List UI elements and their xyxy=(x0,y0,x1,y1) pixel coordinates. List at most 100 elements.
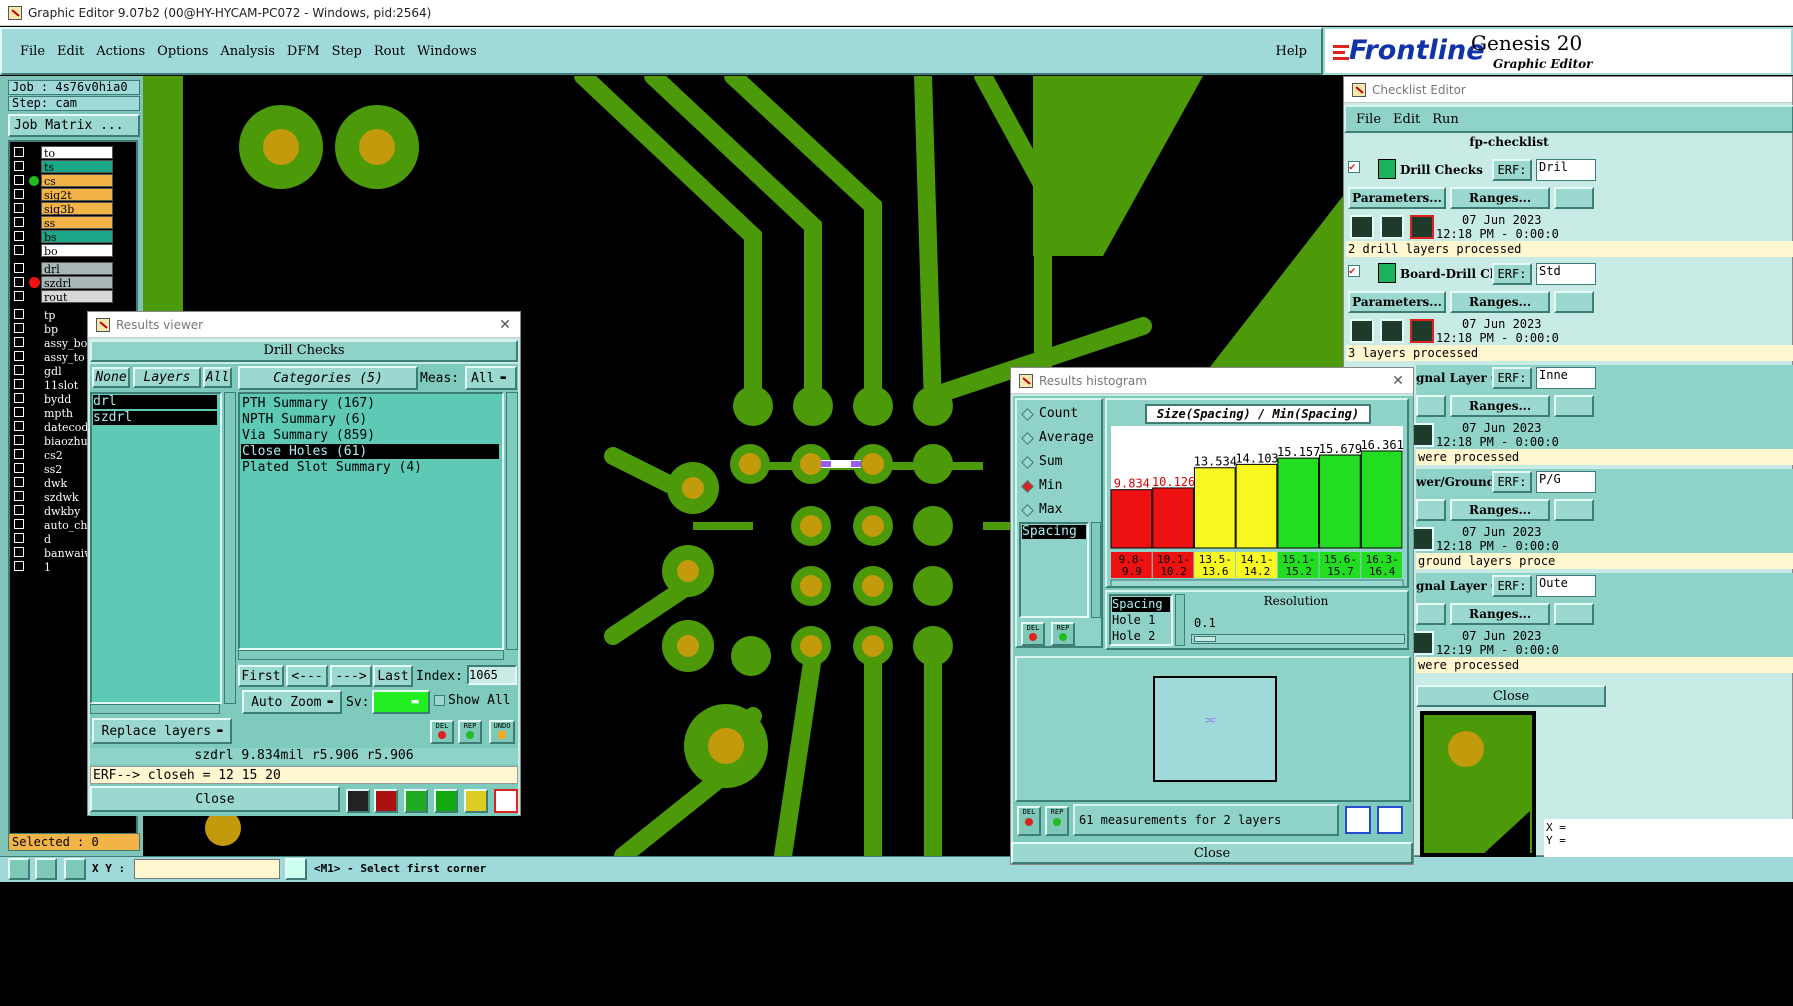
layer-row-bs[interactable]: bs xyxy=(41,230,113,244)
ranges-button[interactable]: Ranges... xyxy=(1450,603,1550,625)
export-icon[interactable] xyxy=(1345,806,1371,834)
layer-visibility-checkbox[interactable] xyxy=(14,217,24,227)
layer-visibility-checkbox[interactable] xyxy=(14,351,24,361)
mode-radio-count[interactable]: Count xyxy=(1021,406,1099,424)
numbered-icon[interactable] xyxy=(434,789,458,813)
layer-visibility-checkbox[interactable] xyxy=(14,533,24,543)
category-item[interactable]: Plated Slot Summary (4) xyxy=(241,460,499,475)
menu-actions[interactable]: Actions xyxy=(96,44,145,59)
ranges-button[interactable]: Ranges... xyxy=(1450,395,1550,417)
layer-visibility-checkbox[interactable] xyxy=(14,393,24,403)
run-check-icon[interactable] xyxy=(1350,319,1374,343)
categories-button[interactable]: Categories (5) xyxy=(238,366,418,390)
histogram-bar[interactable] xyxy=(1319,454,1361,549)
layer-visibility-checkbox[interactable] xyxy=(14,277,24,287)
mode-radio-sum[interactable]: Sum xyxy=(1021,454,1099,472)
book-icon[interactable] xyxy=(346,789,370,813)
layer-visibility-checkbox[interactable] xyxy=(14,263,24,273)
menu-dfm[interactable]: DFM xyxy=(287,44,320,59)
layer-visibility-checkbox[interactable] xyxy=(14,435,24,445)
meas-dropdown[interactable]: All ▬ xyxy=(465,366,517,390)
cross-icon[interactable] xyxy=(404,789,428,813)
menu-rout[interactable]: Rout xyxy=(374,44,405,59)
parameters-button[interactable] xyxy=(1416,603,1446,625)
menu-edit[interactable]: Edit xyxy=(57,44,84,59)
ranges-extra-button[interactable] xyxy=(1554,603,1594,625)
parameters-button[interactable] xyxy=(1416,395,1446,417)
layer-list-scrollbar[interactable] xyxy=(224,392,236,704)
layer-row-rout[interactable]: rout xyxy=(41,290,113,304)
check-name[interactable]: Board-Drill Che xyxy=(1400,267,1506,281)
parameters-button[interactable]: Parameters... xyxy=(1348,187,1446,209)
histogram-close-icon[interactable]: ✕ xyxy=(1383,373,1413,389)
chart-hscrollbar[interactable] xyxy=(1110,579,1404,586)
category-item[interactable]: Close Holes (61) xyxy=(241,444,499,459)
layer-visibility-checkbox[interactable] xyxy=(14,323,24,333)
layer-row-cs[interactable]: cs xyxy=(41,174,113,188)
ranges-button[interactable]: Ranges... xyxy=(1450,499,1550,521)
category-item[interactable]: NPTH Summary (6) xyxy=(241,412,499,427)
check-name[interactable]: Drill Checks xyxy=(1400,163,1483,177)
replace-layers-dropdown[interactable]: Replace layers ▬ xyxy=(92,718,232,744)
attr-item[interactable]: Hole 1 xyxy=(1112,613,1170,628)
checklist-close-button[interactable]: Close xyxy=(1416,685,1606,707)
histogram-bar[interactable] xyxy=(1235,463,1278,549)
menu-file[interactable]: File xyxy=(20,44,45,59)
layer-visibility-checkbox[interactable] xyxy=(14,477,24,487)
results-viewer-close-button[interactable]: Close xyxy=(90,786,340,812)
layer-visibility-checkbox[interactable] xyxy=(14,175,24,185)
sv-color-dropdown[interactable]: ▬ xyxy=(372,690,430,714)
undo-icon[interactable]: UNDO xyxy=(489,720,515,744)
layer-visibility-checkbox[interactable] xyxy=(14,421,24,431)
parameters-button[interactable] xyxy=(1416,499,1446,521)
mode-radio-max[interactable]: Max xyxy=(1021,502,1099,520)
attr-listbox[interactable]: Spacing Hole 1 Hole 2 xyxy=(1109,594,1173,646)
menu-step[interactable]: Step xyxy=(332,44,362,59)
erf-value[interactable]: Oute xyxy=(1536,575,1596,597)
measure-listbox[interactable]: Spacing xyxy=(1019,522,1089,618)
first-button[interactable]: First xyxy=(238,665,284,687)
layer-row-ss[interactable]: ss xyxy=(41,216,113,230)
next-button[interactable]: ---> xyxy=(330,665,372,687)
measure-item-spacing[interactable]: Spacing xyxy=(1022,525,1086,539)
layer-visibility-checkbox[interactable] xyxy=(14,407,24,417)
attr-scrollbar[interactable] xyxy=(1175,594,1185,646)
ranges-extra-button[interactable] xyxy=(1554,395,1594,417)
layer-visibility-checkbox[interactable] xyxy=(14,309,24,319)
category-item[interactable]: PTH Summary (167) xyxy=(241,396,499,411)
histogram-bar[interactable] xyxy=(1110,489,1153,549)
last-button[interactable]: Last xyxy=(373,665,413,687)
job-matrix-button[interactable]: Job Matrix ... xyxy=(8,114,140,137)
layer-visibility-checkbox[interactable] xyxy=(14,337,24,347)
select-tool-icon[interactable] xyxy=(35,858,57,880)
layer-row-bo[interactable]: bo xyxy=(41,244,113,258)
categories-scrollbar[interactable] xyxy=(506,392,518,650)
layer-visibility-checkbox[interactable] xyxy=(14,365,24,375)
layer-list-item-drl[interactable]: drl xyxy=(93,395,217,409)
layer-visibility-checkbox[interactable] xyxy=(14,291,24,301)
layer-list-hscrollbar[interactable] xyxy=(90,704,220,714)
layer-row-ts[interactable]: ts xyxy=(41,160,113,174)
histogram-bar[interactable] xyxy=(1277,457,1320,549)
auto-zoom-dropdown[interactable]: Auto Zoom ▬ xyxy=(242,690,342,714)
none-layers-button[interactable]: None xyxy=(92,367,130,388)
histogram-icon[interactable] xyxy=(494,789,518,813)
flag-icon[interactable] xyxy=(374,789,398,813)
category-item[interactable]: Via Summary (859) xyxy=(241,428,499,443)
categories-hscrollbar[interactable] xyxy=(238,650,504,660)
layer-row-szdrl[interactable]: szdrl xyxy=(41,276,113,290)
run-check-icon[interactable] xyxy=(1380,215,1404,239)
parameters-button[interactable]: Parameters... xyxy=(1348,291,1446,313)
mode-radio-average[interactable]: Average xyxy=(1021,430,1099,448)
alert-icon[interactable] xyxy=(285,858,307,880)
del-icon[interactable]: DEL xyxy=(430,720,454,744)
all-layers-button[interactable]: All xyxy=(203,367,232,388)
layer-visibility-checkbox[interactable] xyxy=(14,505,24,515)
layer-row-sig3b[interactable]: sig3b xyxy=(41,202,113,216)
results-viewer-close-icon[interactable]: ✕ xyxy=(490,317,520,333)
run-check-icon[interactable] xyxy=(1380,319,1404,343)
run-check-icon[interactable] xyxy=(1410,319,1434,343)
rep-icon[interactable]: REP xyxy=(458,720,482,744)
layer-row-to[interactable]: to xyxy=(41,146,113,160)
measure-scrollbar[interactable] xyxy=(1091,522,1101,618)
